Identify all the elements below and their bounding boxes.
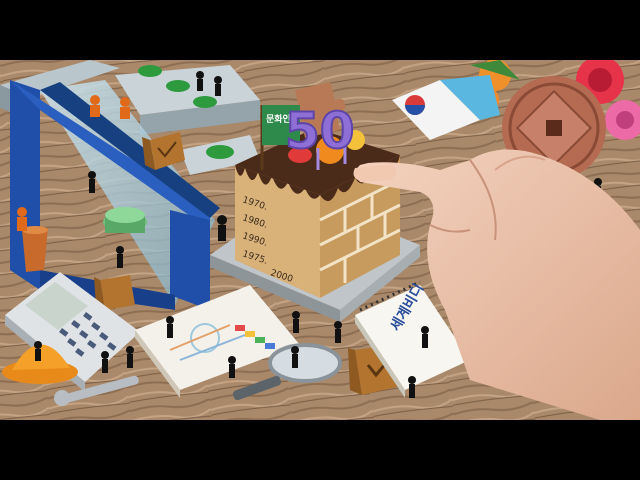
worker-figure	[228, 356, 236, 378]
candle-50: 50	[284, 101, 356, 170]
worker-figure	[214, 76, 222, 96]
letterbox-top	[0, 0, 640, 60]
worker-figure	[101, 351, 109, 373]
worker-figure	[166, 316, 174, 338]
worker-figure	[126, 346, 134, 368]
worker-figure	[34, 341, 42, 361]
orange-mug	[22, 226, 48, 272]
worker-figure	[116, 246, 124, 268]
worker-figure	[292, 311, 300, 333]
illustration-scene: 세계비디 1970. 1980. 1990. 1975. 2000 문화인구 5…	[0, 60, 640, 420]
worker-figure	[334, 321, 342, 343]
letterbox-bottom	[0, 420, 640, 480]
worker-figure	[291, 346, 299, 368]
worker-figure	[88, 171, 96, 193]
worker-figure	[217, 215, 227, 241]
worker-figure	[421, 326, 429, 348]
worker-figure	[408, 376, 416, 398]
candle-number: 50	[285, 102, 355, 160]
worker-figure	[196, 71, 204, 91]
